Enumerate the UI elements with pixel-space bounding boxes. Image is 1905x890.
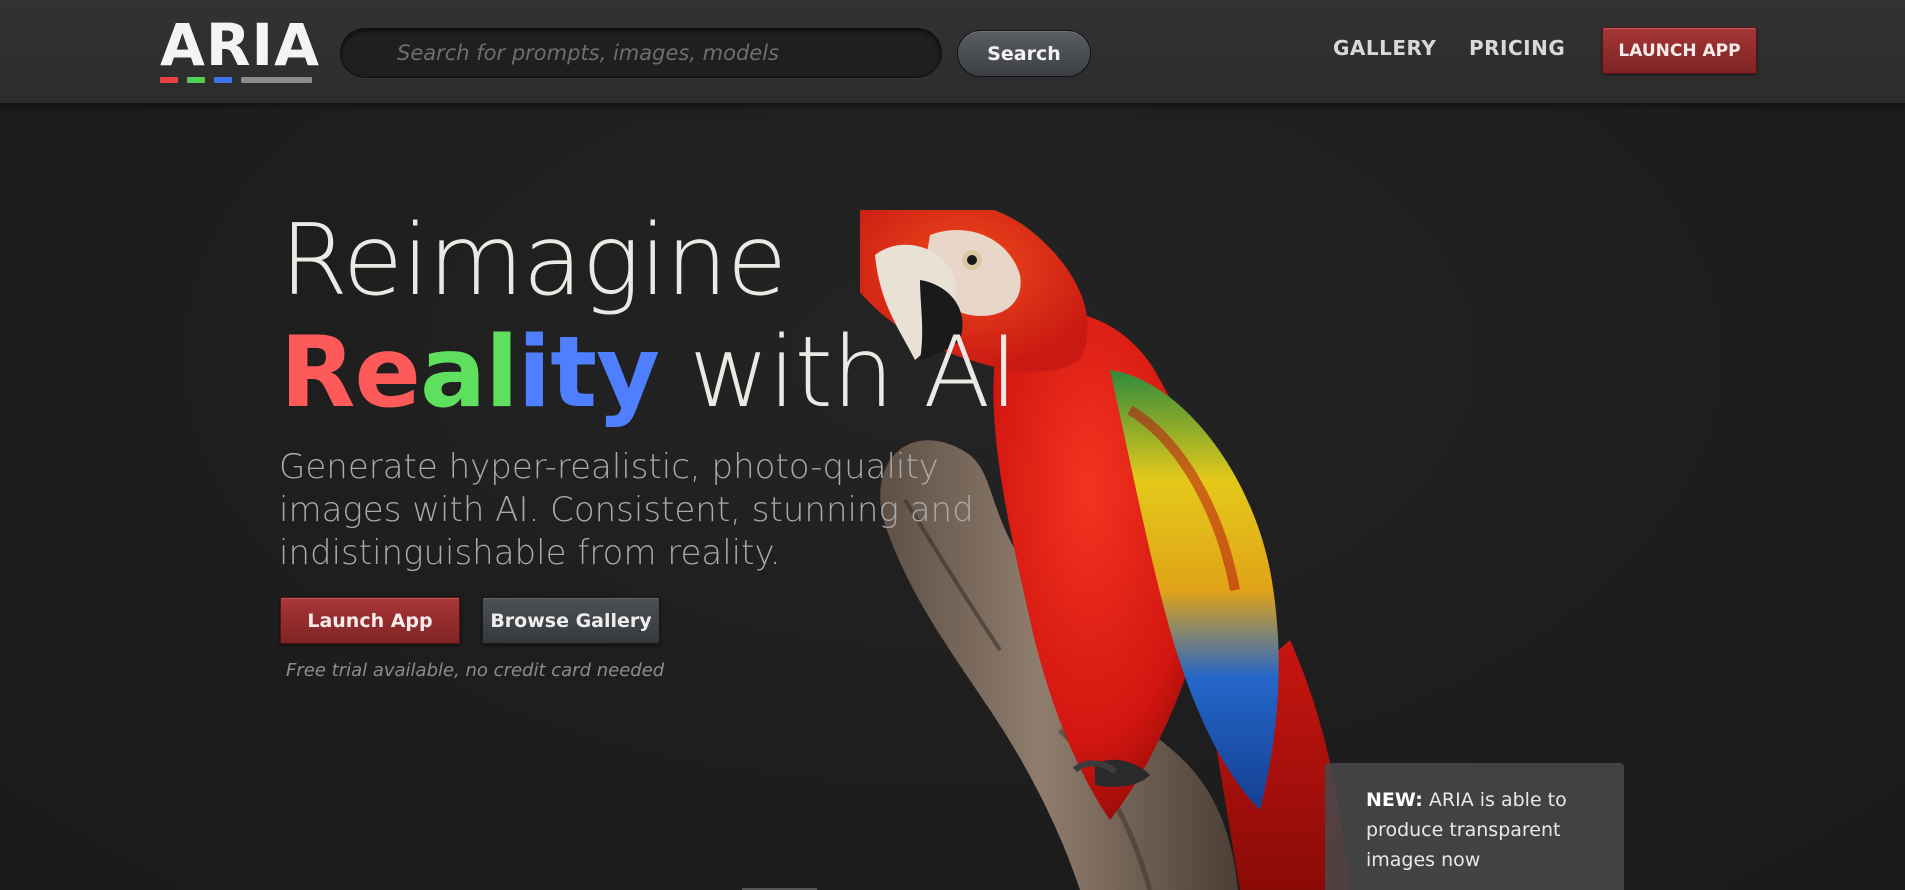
search-button[interactable]: Search [957, 30, 1091, 77]
logo-bar-blue [214, 77, 232, 83]
logo-bar-green [187, 77, 205, 83]
nav-launch-app-button[interactable]: LAUNCH APP [1602, 27, 1757, 74]
reality-letter: e [354, 316, 420, 430]
hero-subheadline: Generate hyper-realistic, photo-quality … [279, 447, 974, 573]
reality-letter: i [517, 316, 552, 430]
headline-with-ai: with AI [659, 316, 1018, 430]
search-box [340, 28, 942, 78]
headline-reimagine: Reimagine [280, 204, 787, 318]
reality-letter: l [485, 316, 519, 430]
notice-label: NEW: [1366, 789, 1423, 811]
launch-app-button[interactable]: Launch App [280, 597, 460, 644]
reality-letter: a [419, 316, 486, 430]
nav-pricing-link[interactable]: PRICING [1469, 36, 1565, 60]
new-feature-notice[interactable]: NEW: ARIA is able to produce transparent… [1325, 763, 1624, 890]
landing-page: ARIA Search GALLERY PRICING LAUNCH APP [0, 0, 1905, 890]
search-input[interactable] [397, 29, 927, 77]
reality-letter: t [550, 316, 597, 430]
logo-bar-gray [241, 77, 312, 83]
top-navigation-bar: ARIA Search GALLERY PRICING LAUNCH APP [0, 0, 1905, 104]
logo-bar-red [160, 77, 178, 83]
logo-text: ARIA [160, 11, 321, 79]
logo-color-bars [160, 77, 312, 83]
headline-reality-word: Reality [280, 316, 660, 430]
reality-letter: y [596, 316, 660, 430]
aria-logo[interactable]: ARIA [160, 14, 319, 86]
headline-reality-with-ai: Reality with AI [280, 316, 1018, 430]
free-trial-note: Free trial available, no credit card nee… [286, 660, 665, 681]
browse-gallery-button[interactable]: Browse Gallery [482, 597, 660, 644]
nav-gallery-link[interactable]: GALLERY [1333, 36, 1436, 60]
reality-letter: R [280, 316, 355, 430]
